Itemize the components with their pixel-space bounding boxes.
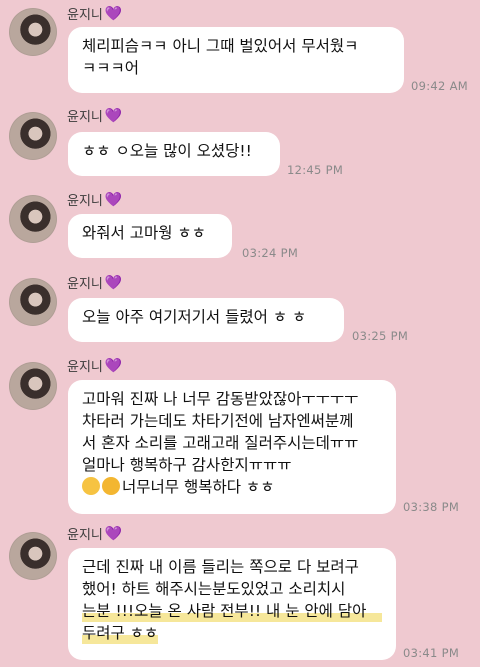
message-bubble[interactable]: 체리피슴ㅋㅋ 아니 그때 벌있어서 무서웠ㅋ ㅋㅋㅋ어 bbox=[68, 27, 404, 93]
message-line: 는분 !!!오늘 온 사람 전부!! 내 눈 안에 담아 bbox=[82, 600, 382, 622]
sender-name-text: 윤지니 bbox=[67, 8, 103, 23]
message-bubble[interactable]: 근데 진짜 내 이름 들리는 쪽으로 다 보려구 했어! 하트 해주시는분도있었… bbox=[68, 548, 396, 660]
timestamp: 12:45 PM bbox=[287, 163, 344, 177]
message-line: 근데 진짜 내 이름 들리는 쪽으로 다 보려구 bbox=[82, 558, 359, 576]
message-bubble[interactable]: 와줘서 고마웡 ㅎㅎ bbox=[68, 214, 232, 258]
purple-heart-icon: 💜 bbox=[104, 191, 123, 208]
purple-heart-icon: 💜 bbox=[104, 107, 123, 124]
message-line: 오늘 아주 여기저기서 들렸어 ㅎ ㅎ bbox=[82, 308, 307, 326]
sender-name: 윤지니 💜 bbox=[67, 106, 123, 126]
purple-heart-icon: 💜 bbox=[104, 525, 123, 542]
message-line: 와줘서 고마웡 ㅎㅎ bbox=[82, 224, 206, 242]
message-line: 체리피슴ㅋㅋ 아니 그때 벌있어서 무서웠ㅋ bbox=[82, 37, 359, 55]
message-line: 두려구 ㅎㅎ bbox=[82, 622, 159, 644]
sender-name: 윤지니 💜 bbox=[67, 356, 123, 376]
avatar[interactable] bbox=[9, 195, 57, 243]
purple-heart-icon: 💜 bbox=[104, 5, 123, 22]
heart-eyes-emoji-icon bbox=[102, 477, 120, 495]
message-line: 고마워 진짜 나 너무 감동받았잖아ㅜㅜㅜㅜ bbox=[82, 390, 359, 408]
sender-name: 윤지니 💜 bbox=[67, 273, 123, 293]
message-line: 서 혼자 소리를 고래고래 질러주시는데ㅠㅠ bbox=[82, 434, 359, 452]
avatar[interactable] bbox=[9, 278, 57, 326]
timestamp: 03:41 PM bbox=[403, 646, 460, 660]
avatar[interactable] bbox=[9, 8, 57, 56]
avatar[interactable] bbox=[9, 362, 57, 410]
sender-name-text: 윤지니 bbox=[67, 277, 103, 292]
message-line: 차타러 가는데도 차타기전에 남자엔써분께 bbox=[82, 412, 354, 430]
timestamp: 03:24 PM bbox=[242, 246, 299, 260]
sender-name-text: 윤지니 bbox=[67, 528, 103, 543]
avatar[interactable] bbox=[9, 532, 57, 580]
sender-name: 윤지니 💜 bbox=[67, 4, 123, 24]
sender-name: 윤지니 💜 bbox=[67, 524, 123, 544]
timestamp: 09:42 AM bbox=[411, 79, 468, 93]
purple-heart-icon: 💜 bbox=[104, 357, 123, 374]
purple-heart-icon: 💜 bbox=[104, 274, 123, 291]
sender-name: 윤지니 💜 bbox=[67, 190, 123, 210]
sender-name-text: 윤지니 bbox=[67, 360, 103, 375]
message-line: 얼마나 행복하구 감사한지ㅠㅠㅠ bbox=[82, 456, 292, 474]
sender-name-text: 윤지니 bbox=[67, 194, 103, 209]
message-bubble[interactable]: 오늘 아주 여기저기서 들렸어 ㅎ ㅎ bbox=[68, 298, 344, 342]
message-line: ㅎㅎ ㅇ오늘 많이 오셨당!! bbox=[82, 142, 252, 160]
message-bubble[interactable]: 고마워 진짜 나 너무 감동받았잖아ㅜㅜㅜㅜ 차타러 가는데도 차타기전에 남자… bbox=[68, 380, 396, 514]
sender-name-text: 윤지니 bbox=[67, 110, 103, 125]
message-line: 했어! 하트 해주시는분도있었고 소리치시 bbox=[82, 580, 346, 598]
avatar[interactable] bbox=[9, 112, 57, 160]
timestamp: 03:38 PM bbox=[403, 500, 460, 514]
message-line-with-emoji: 너무너무 행복하다 ㅎㅎ bbox=[82, 476, 382, 498]
timestamp: 03:25 PM bbox=[352, 329, 409, 343]
kissing-face-emoji-icon bbox=[82, 477, 100, 495]
message-line: ㅋㅋㅋ어 bbox=[82, 59, 140, 77]
message-bubble[interactable]: ㅎㅎ ㅇ오늘 많이 오셨당!! bbox=[68, 132, 280, 176]
message-line-text: 너무너무 행복하다 ㅎㅎ bbox=[122, 478, 275, 496]
